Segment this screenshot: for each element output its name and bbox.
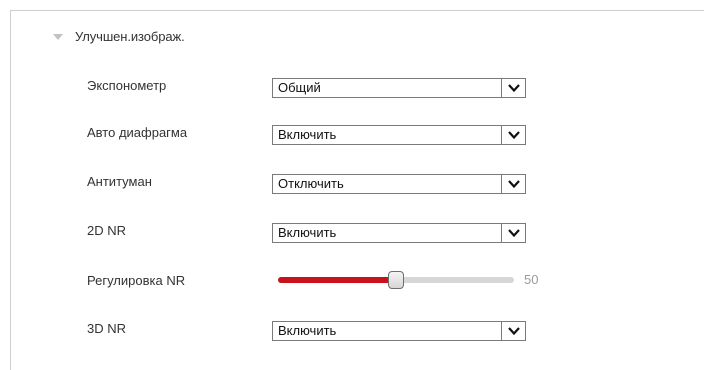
nr-adjust-label: Регулировка NR	[87, 273, 186, 288]
chevron-down-icon[interactable]	[501, 79, 525, 97]
section-title: Улучшен.изображ.	[75, 28, 185, 44]
auto-iris-label: Авто диафрагма	[87, 125, 188, 140]
3d-nr-select-value: Включить	[278, 323, 337, 338]
2d-nr-select-value: Включить	[278, 225, 337, 240]
3d-nr-label: 3D NR	[87, 321, 127, 336]
auto-iris-select[interactable]: Включить	[272, 125, 526, 145]
collapse-triangle-icon[interactable]	[53, 33, 63, 40]
slider-fill	[278, 277, 396, 283]
metering-select-value: Общий	[278, 80, 321, 95]
section-header-image-enhancement[interactable]: Улучшен.изображ.	[53, 27, 185, 45]
slider-handle[interactable]	[388, 271, 404, 289]
chevron-down-icon[interactable]	[501, 175, 525, 193]
chevron-down-icon[interactable]	[501, 322, 525, 340]
chevron-down-icon[interactable]	[501, 224, 525, 242]
metering-label: Экспонометр	[87, 78, 167, 93]
defog-select[interactable]: Отключить	[272, 174, 526, 194]
chevron-down-icon[interactable]	[501, 126, 525, 144]
defog-select-value: Отключить	[278, 176, 344, 191]
nr-adjust-value: 50	[524, 272, 539, 287]
nr-adjust-slider[interactable]	[278, 271, 514, 289]
2d-nr-label: 2D NR	[87, 223, 127, 238]
defog-label: Антитуман	[87, 174, 152, 189]
metering-select[interactable]: Общий	[272, 78, 526, 98]
2d-nr-select[interactable]: Включить	[272, 223, 526, 243]
3d-nr-select[interactable]: Включить	[272, 321, 526, 341]
auto-iris-select-value: Включить	[278, 127, 337, 142]
